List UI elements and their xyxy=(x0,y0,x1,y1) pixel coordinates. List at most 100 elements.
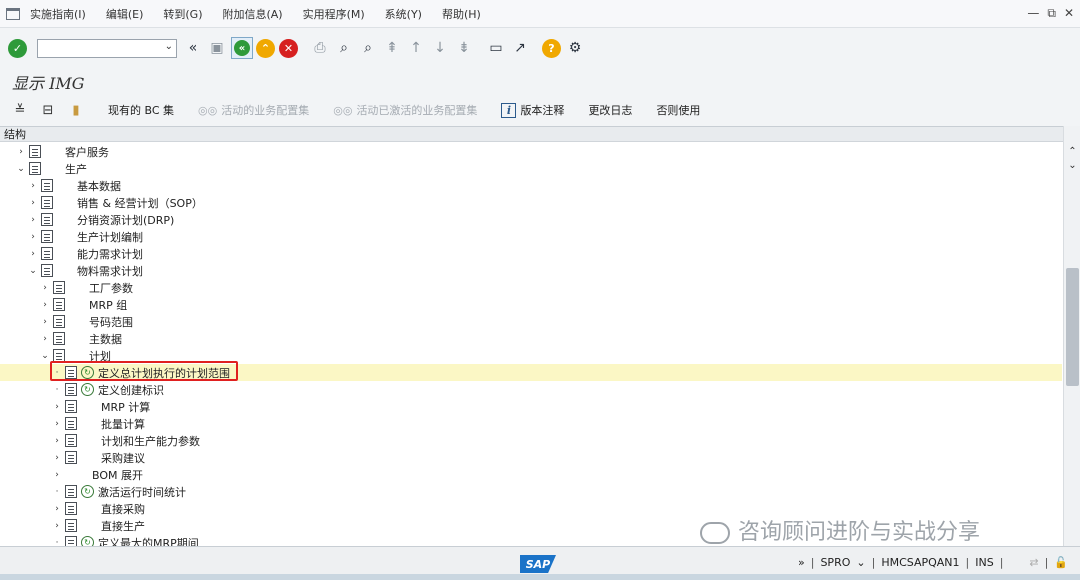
chevron-right-icon[interactable]: › xyxy=(52,453,62,463)
chevron-down-icon[interactable]: ⌄ xyxy=(28,266,38,276)
next-page-icon[interactable]: ↓ xyxy=(430,38,450,58)
tree-node-label[interactable]: 号码范围 xyxy=(89,314,133,330)
scroll-thumb[interactable] xyxy=(1066,268,1079,386)
execute-activity-icon[interactable]: ↻ xyxy=(81,366,94,379)
tree-node-label[interactable]: 定义总计划执行的计划范围 xyxy=(98,365,230,381)
tree-row[interactable]: › 工厂参数 xyxy=(0,279,1062,296)
chevron-down-icon[interactable]: ⌄ xyxy=(165,41,173,52)
leaf-dot-icon[interactable]: · xyxy=(52,368,62,378)
execute-activity-icon[interactable]: ↻ xyxy=(81,485,94,498)
tree-node-label[interactable]: 生产计划编制 xyxy=(77,229,143,245)
minimize-icon[interactable]: — xyxy=(1027,6,1039,21)
tree-node-label[interactable]: 采购建议 xyxy=(101,450,145,466)
position-icon[interactable]: ⊟ xyxy=(38,101,58,119)
scroll-down-icon[interactable]: ⌄ xyxy=(1064,160,1080,171)
help-icon[interactable]: ? xyxy=(542,38,561,58)
chevron-right-icon[interactable]: › xyxy=(40,283,50,293)
chevron-right-icon[interactable]: › xyxy=(40,334,50,344)
close-icon[interactable]: ✕ xyxy=(1064,6,1074,21)
tree-node-label[interactable]: 直接生产 xyxy=(101,518,145,534)
tree-row[interactable]: · ↻ 定义创建标识 xyxy=(0,381,1062,398)
change-log-button[interactable]: 更改日志 xyxy=(588,102,632,118)
cancel-icon[interactable]: ✕ xyxy=(279,38,298,58)
chevron-right-icon[interactable]: › xyxy=(28,249,38,259)
tree-node-label[interactable]: 直接采购 xyxy=(101,501,145,517)
tree-row[interactable]: ⌄ 生产 xyxy=(0,160,1062,177)
scroll-up-icon[interactable]: ⌃ xyxy=(1064,146,1080,157)
tree-row[interactable]: › 批量计算 xyxy=(0,415,1062,432)
find-icon[interactable]: ⌕ xyxy=(334,38,354,58)
tree-row[interactable]: › 生产计划编制 xyxy=(0,228,1062,245)
tree-row[interactable]: › MRP 组 xyxy=(0,296,1062,313)
chevron-right-icon[interactable]: › xyxy=(52,419,62,429)
tree-node-label[interactable]: 基本数据 xyxy=(77,178,121,194)
tree-node-label[interactable]: 批量计算 xyxy=(101,416,145,432)
menu-help[interactable]: 帮助(H) xyxy=(442,6,481,22)
new-session-icon[interactable]: ▭ xyxy=(486,38,506,58)
tree-row[interactable]: › 能力需求计划 xyxy=(0,245,1062,262)
transaction-code[interactable]: SPRO xyxy=(820,556,850,569)
tree-row[interactable]: ⌄ 物料需求计划 xyxy=(0,262,1062,279)
tree-row[interactable]: · ↻ 激活运行时间统计 xyxy=(0,483,1062,500)
tree-node-label[interactable]: 计划 xyxy=(89,348,111,364)
chevron-right-icon[interactable]: › xyxy=(40,300,50,310)
tree-node-label[interactable]: 定义创建标识 xyxy=(98,382,164,398)
back-button[interactable]: « xyxy=(231,37,253,59)
menu-goto[interactable]: 转到(G) xyxy=(163,6,202,22)
menu-edit[interactable]: 编辑(E) xyxy=(106,6,144,22)
print-icon[interactable]: ⎙ xyxy=(310,38,330,58)
tree-node-label[interactable]: 能力需求计划 xyxy=(77,246,143,262)
command-field[interactable]: ⌄ xyxy=(37,38,177,58)
activated-bc-sets-button[interactable]: ◎◎ 活动已激活的业务配置集 xyxy=(333,102,477,118)
tree-row[interactable]: › 分销资源计划(DRP) xyxy=(0,211,1062,228)
tree-node-label[interactable]: 分销资源计划(DRP) xyxy=(77,212,174,228)
leaf-dot-icon[interactable]: · xyxy=(52,385,62,395)
menu-app-icon[interactable] xyxy=(6,7,20,20)
expand-status-icon[interactable]: » xyxy=(798,556,805,569)
settings-icon[interactable]: ⚙ xyxy=(565,38,585,58)
existing-bc-sets-button[interactable]: 现有的 BC 集 xyxy=(108,102,174,118)
prev-page-icon[interactable]: ↑ xyxy=(406,38,426,58)
vertical-scrollbar[interactable]: ⌃ ⌄ xyxy=(1063,126,1080,546)
find-next-icon[interactable]: ⌕ xyxy=(358,38,378,58)
chevron-right-icon[interactable]: › xyxy=(28,198,38,208)
input-mode[interactable]: INS xyxy=(975,556,993,569)
tree-node-label[interactable]: BOM 展开 xyxy=(92,467,143,483)
execute-activity-icon[interactable]: ↻ xyxy=(81,383,94,396)
back-double-icon[interactable]: « xyxy=(183,38,203,58)
tree-node-label[interactable]: MRP 组 xyxy=(89,297,127,313)
chevron-right-icon[interactable]: › xyxy=(28,232,38,242)
chevron-right-icon[interactable]: › xyxy=(52,470,62,480)
active-bc-sets-button[interactable]: ◎◎ 活动的业务配置集 xyxy=(198,102,309,118)
tree-node-label[interactable]: MRP 计算 xyxy=(101,399,150,415)
chevron-right-icon[interactable]: › xyxy=(52,504,62,514)
chevron-down-icon[interactable]: ⌄ xyxy=(16,164,26,174)
lock-icon[interactable]: 🔓 xyxy=(1054,556,1068,569)
tree-node-label[interactable]: 工厂参数 xyxy=(89,280,133,296)
tree-node-label[interactable]: 物料需求计划 xyxy=(77,263,143,279)
save-icon[interactable]: ▣ xyxy=(207,38,227,58)
tree-node-label[interactable]: 销售 & 经营计划（SOP） xyxy=(77,195,203,211)
tree-node-label[interactable]: 生产 xyxy=(65,161,87,177)
restore-icon[interactable]: ⧉ xyxy=(1047,6,1056,21)
tree-row[interactable]: › 客户服务 xyxy=(0,143,1062,160)
chevron-right-icon[interactable]: › xyxy=(16,147,26,157)
menu-implementation-guide[interactable]: 实施指南(I) xyxy=(30,6,86,22)
menu-system[interactable]: 系统(Y) xyxy=(385,6,422,22)
tree-node-label[interactable]: 激活运行时间统计 xyxy=(98,484,186,500)
tree-row[interactable]: › 采购建议 xyxy=(0,449,1062,466)
expand-all-icon[interactable]: ≚ xyxy=(10,101,30,119)
tree-row[interactable]: › 主数据 xyxy=(0,330,1062,347)
tree-row[interactable]: › MRP 计算 xyxy=(0,398,1062,415)
chevron-right-icon[interactable]: › xyxy=(52,402,62,412)
chevron-down-icon[interactable]: ⌄ xyxy=(856,556,865,569)
otherwise-use-button[interactable]: 否则使用 xyxy=(656,102,700,118)
last-page-icon[interactable]: ⇟ xyxy=(454,38,474,58)
check-icon[interactable]: ✓ xyxy=(8,38,27,58)
tree-row[interactable]: › 计划和生产能力参数 xyxy=(0,432,1062,449)
tree-node-label[interactable]: 主数据 xyxy=(89,331,122,347)
chevron-right-icon[interactable]: › xyxy=(52,436,62,446)
bookmark-icon[interactable]: ▮ xyxy=(66,101,86,119)
leaf-dot-icon[interactable]: · xyxy=(52,487,62,497)
chevron-right-icon[interactable]: › xyxy=(40,317,50,327)
